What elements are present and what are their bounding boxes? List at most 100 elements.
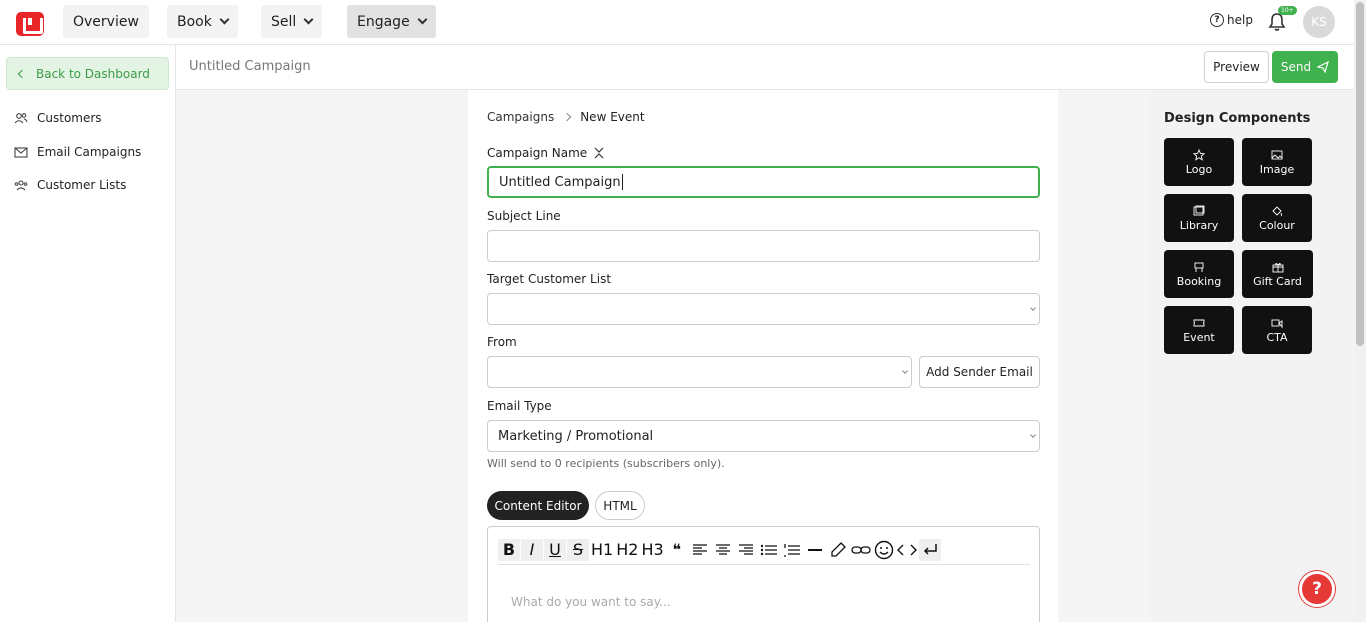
canvas-margin-right xyxy=(1058,90,1150,622)
heading1-button[interactable]: H1 xyxy=(590,538,615,561)
campaign-titlebar: Untitled Campaign Preview Send xyxy=(176,45,1354,90)
sidebar-item-label: Customers xyxy=(37,111,102,125)
component-event-button[interactable]: Event xyxy=(1164,306,1234,354)
align-center-icon[interactable] xyxy=(711,538,734,561)
text-caret xyxy=(621,174,623,190)
line-break-icon[interactable] xyxy=(918,538,941,561)
paint-bucket-icon xyxy=(1272,205,1282,216)
star-icon xyxy=(1193,148,1205,161)
from-label: From xyxy=(487,335,517,349)
code-icon[interactable] xyxy=(895,538,918,561)
component-colour-button[interactable]: Colour xyxy=(1242,194,1312,242)
component-label: Booking xyxy=(1176,274,1222,288)
component-label: Library xyxy=(1179,218,1219,232)
notification-badge: 10+ xyxy=(1278,6,1297,15)
help-fab-button[interactable]: ? xyxy=(1299,571,1335,607)
heading2-button[interactable]: H2 xyxy=(615,538,640,561)
editor-toolbar: B I U S H1 H2 H3 ❝ xyxy=(498,535,1030,565)
ticket-icon xyxy=(1193,319,1205,326)
avatar[interactable]: KS xyxy=(1303,6,1335,38)
emoji-icon[interactable] xyxy=(872,538,895,561)
highlighter-icon[interactable] xyxy=(826,538,849,561)
bullet-list-icon[interactable] xyxy=(757,538,780,561)
target-list-select[interactable] xyxy=(487,293,1040,325)
campaign-name-label-text: Campaign Name xyxy=(487,146,588,160)
nav-sell[interactable]: Sell xyxy=(261,5,323,38)
sidebar-item-label: Email Campaigns xyxy=(37,145,142,159)
booking-icon xyxy=(1194,262,1204,272)
nav-overview-label: Overview xyxy=(73,13,139,30)
chevron-down-icon xyxy=(303,14,314,25)
page-scrollbar[interactable] xyxy=(1354,0,1366,622)
nav-book-label: Book xyxy=(177,13,212,30)
breadcrumb-campaigns[interactable]: Campaigns xyxy=(487,110,554,124)
users-icon xyxy=(14,113,28,124)
heading3-button[interactable]: H3 xyxy=(640,538,665,561)
campaign-form: Campaigns New Event Campaign Name Untitl… xyxy=(468,90,1058,622)
design-components-panel: Design Components Logo Image Library Col… xyxy=(1150,90,1354,622)
campaign-name-input[interactable]: Untitled Campaign xyxy=(487,166,1040,198)
sidebar-item-customers[interactable]: Customers xyxy=(14,111,102,125)
strikethrough-button[interactable]: S xyxy=(567,538,589,561)
page-title: Untitled Campaign xyxy=(189,59,311,74)
back-to-dashboard-button[interactable]: Back to Dashboard xyxy=(6,57,169,90)
chevron-right-icon xyxy=(562,112,572,122)
email-type-label: Email Type xyxy=(487,399,552,413)
add-sender-email-button[interactable]: Add Sender Email xyxy=(919,356,1040,388)
nav-overview[interactable]: Overview xyxy=(63,5,149,38)
chevron-down-icon xyxy=(1030,432,1036,438)
tab-content-editor[interactable]: Content Editor xyxy=(487,491,589,520)
align-left-icon[interactable] xyxy=(688,538,711,561)
component-logo-button[interactable]: Logo xyxy=(1164,138,1234,186)
nav-sell-label: Sell xyxy=(271,13,297,30)
component-gift-card-button[interactable]: Gift Card xyxy=(1242,250,1313,298)
from-select[interactable] xyxy=(487,356,912,388)
component-image-button[interactable]: Image xyxy=(1242,138,1312,186)
component-library-button[interactable]: Library xyxy=(1164,194,1234,242)
sidebar: Back to Dashboard Customers Email Campai… xyxy=(0,45,176,622)
help-link[interactable]: ? help xyxy=(1210,13,1253,27)
brand-logo-icon[interactable] xyxy=(16,12,44,36)
component-booking-button[interactable]: Booking xyxy=(1164,250,1234,298)
quote-icon[interactable]: ❝ xyxy=(665,538,688,561)
bell-icon[interactable] xyxy=(1268,12,1286,32)
link-icon[interactable] xyxy=(849,538,872,561)
preview-button[interactable]: Preview xyxy=(1204,51,1269,83)
nav-book[interactable]: Book xyxy=(167,5,238,38)
nav-engage[interactable]: Engage xyxy=(347,5,436,38)
sidebar-item-email-campaigns[interactable]: Email Campaigns xyxy=(14,145,141,159)
send-button[interactable]: Send xyxy=(1272,51,1338,83)
chevron-down-icon xyxy=(417,14,428,25)
chevron-down-icon xyxy=(1030,305,1036,311)
user-group-icon xyxy=(14,180,28,191)
component-cta-button[interactable]: CTA xyxy=(1242,306,1312,354)
subject-line-input[interactable] xyxy=(487,230,1040,262)
horizontal-rule-icon[interactable] xyxy=(803,538,826,561)
underline-button[interactable]: U xyxy=(544,538,566,561)
chevron-down-icon xyxy=(902,368,908,374)
recipients-note: Will send to 0 recipients (subscribers o… xyxy=(487,457,725,470)
collapse-icon[interactable] xyxy=(593,147,605,159)
bold-button[interactable]: B xyxy=(498,538,520,561)
nav-engage-label: Engage xyxy=(357,13,410,30)
italic-button[interactable]: I xyxy=(521,538,543,561)
tab-html[interactable]: HTML xyxy=(595,491,645,520)
email-type-select[interactable]: Marketing / Promotional xyxy=(487,420,1040,452)
image-icon xyxy=(1271,150,1283,159)
align-right-icon[interactable] xyxy=(734,538,757,561)
component-label: Logo xyxy=(1185,162,1213,176)
help-circle-icon: ? xyxy=(1210,13,1224,27)
component-label: CTA xyxy=(1266,330,1288,344)
content-editor[interactable]: B I U S H1 H2 H3 ❝ What do you want to s… xyxy=(487,526,1040,622)
chevron-down-icon xyxy=(219,14,230,25)
send-label: Send xyxy=(1280,60,1312,74)
breadcrumb-current: New Event xyxy=(580,110,645,124)
top-navigation: Overview Book Sell Engage ? help 10+ KS xyxy=(0,0,1354,45)
numbered-list-icon[interactable] xyxy=(780,538,803,561)
sidebar-item-customer-lists[interactable]: Customer Lists xyxy=(14,178,126,192)
subject-line-label: Subject Line xyxy=(487,209,561,223)
help-label: help xyxy=(1227,13,1253,27)
scrollbar-thumb[interactable] xyxy=(1356,2,1364,346)
email-type-value: Marketing / Promotional xyxy=(498,428,654,444)
paper-plane-icon xyxy=(1317,61,1330,73)
